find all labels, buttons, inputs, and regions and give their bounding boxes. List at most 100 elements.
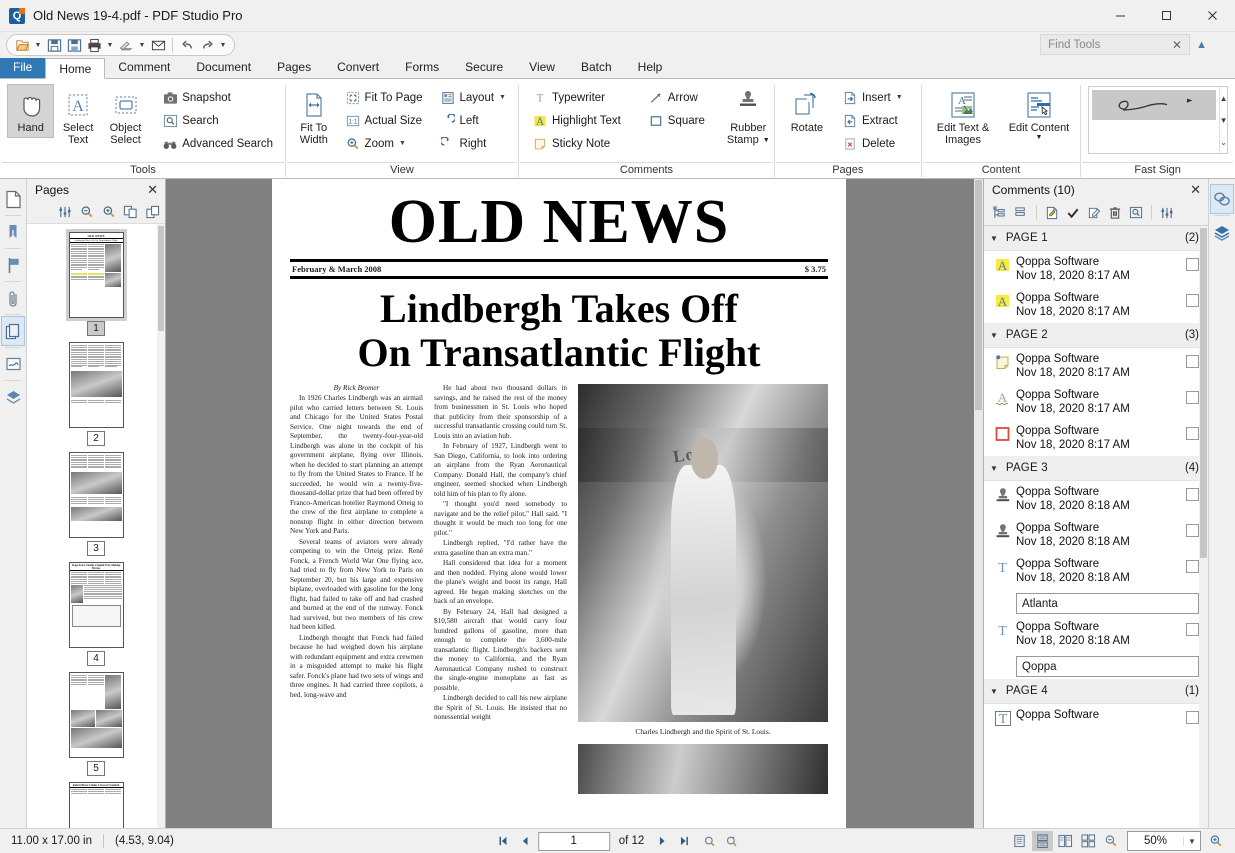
rail-destinations-icon[interactable] [1,250,25,280]
zoom-in-button[interactable] [1206,831,1227,851]
save-as-icon[interactable] [64,36,84,55]
edit-content-caret-icon[interactable]: ▼ [1036,134,1043,142]
next-view-button[interactable] [723,832,741,850]
signature-scroll-more-icon[interactable]: ⌄ [1220,138,1227,147]
rail-stamps-icon[interactable] [1210,217,1234,247]
comment-checkbox[interactable] [1186,623,1199,636]
tab-document[interactable]: Document [183,57,264,78]
rail-layers-icon[interactable] [1,382,25,412]
tab-batch[interactable]: Batch [568,57,625,78]
group-caret-icon[interactable]: ▼ [990,687,998,696]
next-page-button[interactable] [653,832,671,850]
comment-checkbox[interactable] [1186,391,1199,404]
pages-panel-scrollbar[interactable] [157,224,165,828]
typewriter-button[interactable]: T Typewriter [527,86,627,109]
comment-checkbox[interactable] [1186,427,1199,440]
comments-list[interactable]: ▼ PAGE 1 (2) A Qoppa Software Nov 18, 20… [984,226,1208,828]
tab-view[interactable]: View [516,57,568,78]
page-thumbnail-list[interactable]: OLD NEWS Lindbergh Takes Off On Transatl… [27,224,165,828]
first-page-button[interactable] [494,832,512,850]
pages-zoom-out-icon[interactable] [77,202,96,221]
fit-to-page-button[interactable]: Fit To Page [340,86,429,109]
thumbnail-item[interactable]: 3 [27,452,165,556]
page-thumbnail-4[interactable]: Stage Actor Charlie Chaplin Tries Making… [69,562,124,648]
tab-comment[interactable]: Comment [105,57,183,78]
maximize-button[interactable] [1143,0,1189,32]
comment-checkbox[interactable] [1186,488,1199,501]
thumbnail-item[interactable]: Robert Bruce Claims Crown of Scotland 6 [27,782,165,828]
thumbnail-item[interactable]: 2 [27,342,165,446]
scan-dropdown-caret-icon[interactable]: ▼ [136,36,148,55]
find-clear-icon[interactable]: ✕ [1169,38,1185,52]
layout-caret-icon[interactable]: ▼ [499,94,506,101]
pages-extract-icon[interactable] [143,202,162,221]
page-thumbnail-5[interactable] [69,672,124,758]
thumbnail-item[interactable]: 5 [27,672,165,776]
viewer-scrollbar[interactable] [974,179,983,828]
comment-checkbox[interactable] [1186,294,1199,307]
last-page-button[interactable] [675,832,693,850]
comments-group-page-3[interactable]: ▼ PAGE 3 (4) [984,456,1208,481]
tab-forms[interactable]: Forms [392,57,452,78]
edit-content-button[interactable]: Edit Content ▼ [1004,84,1074,146]
pages-insert-icon[interactable] [121,202,140,221]
advanced-search-button[interactable]: Advanced Search [157,132,279,155]
rotate-button[interactable]: Rotate [781,84,833,138]
open-dropdown-caret-icon[interactable]: ▼ [32,36,44,55]
pdf-page-1[interactable]: OLD NEWS February & March 2008 $ 3.75 Li… [272,179,846,828]
save-icon[interactable] [44,36,64,55]
filter-icon[interactable] [1157,203,1177,223]
tab-home[interactable]: Home [45,58,105,79]
comments-panel-close-icon[interactable]: ✕ [1187,182,1204,198]
reply-comment-icon[interactable] [1042,203,1062,223]
comment-item[interactable]: Qoppa Software Nov 18, 2020 8:17 AM [984,348,1208,384]
view-mode-facing-icon[interactable] [1055,831,1076,851]
thumbnail-item[interactable]: Stage Actor Charlie Chaplin Tries Making… [27,562,165,666]
object-select-tool-button[interactable]: Object Select [102,84,149,151]
comment-item[interactable]: T Qoppa Software Nov 18, 2020 8:18 AM [984,553,1208,589]
delete-icon[interactable] [1105,203,1125,223]
print-icon[interactable] [84,36,104,55]
ribbon-collapse-caret-icon[interactable]: ▲ [1196,39,1207,51]
redo-icon[interactable] [197,36,217,55]
open-file-icon[interactable] [12,36,32,55]
comment-item[interactable]: T Qoppa Software [984,704,1208,732]
rubber-stamp-caret-icon[interactable]: ▼ [763,137,770,145]
pages-panel-close-icon[interactable]: ✕ [144,182,161,198]
pages-zoom-in-icon[interactable] [99,202,118,221]
signature-scroll-buttons[interactable]: ▲ ▼ ⌄ [1219,87,1228,153]
comment-checkbox[interactable] [1186,258,1199,271]
zoom-dropdown-caret-icon[interactable]: ▼ [1183,837,1200,846]
comment-checkbox[interactable] [1186,711,1199,724]
page-thumbnail-1[interactable]: OLD NEWS Lindbergh Takes Off On Transatl… [69,232,124,318]
zoom-caret-icon[interactable]: ▼ [399,140,406,147]
comments-scrollbar[interactable] [1199,226,1208,828]
group-caret-icon[interactable]: ▼ [990,464,998,473]
extract-pages-button[interactable]: Extract [837,109,909,132]
comment-item[interactable]: A Qoppa Software Nov 18, 2020 8:17 AM [984,384,1208,420]
view-mode-facing-continuous-icon[interactable] [1078,831,1099,851]
select-text-tool-button[interactable]: A Select Text [54,84,101,151]
group-caret-icon[interactable]: ▼ [990,234,998,243]
zoom-button[interactable]: Zoom ▼ [340,132,429,155]
layout-button[interactable]: Layout ▼ [435,86,512,109]
signature-scroll-down-icon[interactable]: ▼ [1220,116,1228,125]
comment-checkbox[interactable] [1186,355,1199,368]
print-dropdown-caret-icon[interactable]: ▼ [104,36,116,55]
undo-icon[interactable] [177,36,197,55]
comment-item[interactable]: T Qoppa Software Nov 18, 2020 8:18 AM [984,616,1208,652]
rail-thumbnails-icon[interactable] [1,316,25,346]
tab-secure[interactable]: Secure [452,57,516,78]
comment-item[interactable]: Qoppa Software Nov 18, 2020 8:18 AM [984,481,1208,517]
page-number-input[interactable]: 1 [538,832,610,851]
scan-icon[interactable] [116,36,136,55]
tab-convert[interactable]: Convert [324,57,392,78]
pages-settings-sliders-icon[interactable] [55,202,74,221]
delete-pages-button[interactable]: Delete [837,132,909,155]
minimize-button[interactable] [1097,0,1143,32]
highlight-text-button[interactable]: A Highlight Text [527,109,627,132]
history-dropdown-caret-icon[interactable]: ▼ [217,36,229,55]
previous-page-button[interactable] [516,832,534,850]
comments-group-page-1[interactable]: ▼ PAGE 1 (2) [984,226,1208,251]
rail-pages-view-icon[interactable] [1,184,25,214]
